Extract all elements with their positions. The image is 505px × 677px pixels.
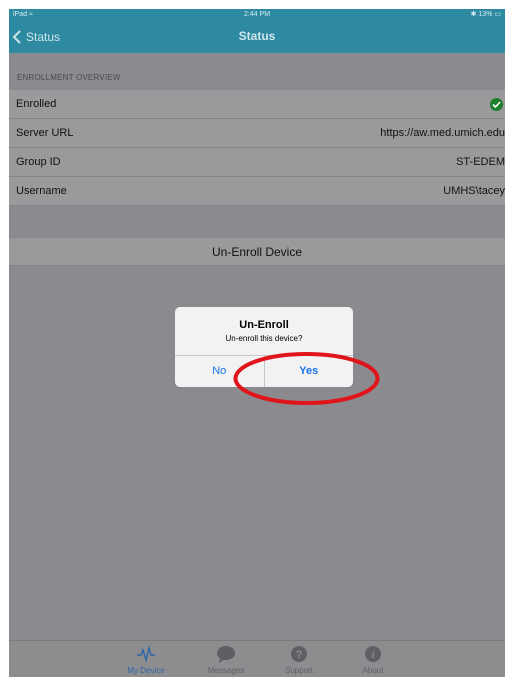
ipad-screen: iPad ≈ 2:44 PM ✱ 13% ▭ Status Status ENR… — [9, 9, 505, 677]
row-username: Username UMHS\tacey — [9, 177, 505, 206]
clock: 2:44 PM — [243, 11, 271, 18]
tab-about[interactable]: i About — [346, 644, 400, 675]
tab-label: Support — [284, 666, 314, 675]
row-value: UMHS\tacey — [443, 185, 505, 197]
row-label: Enrolled — [16, 98, 57, 110]
page-title: Status — [238, 29, 276, 43]
svg-text:?: ? — [296, 649, 303, 661]
tab-label: My Device — [127, 666, 165, 675]
tab-my-device[interactable]: My Device — [119, 644, 173, 675]
row-label: Server URL — [16, 127, 74, 139]
checkmark-icon — [490, 98, 503, 111]
row-label: Username — [16, 185, 67, 197]
status-bar: iPad ≈ 2:44 PM ✱ 13% ▭ — [9, 9, 505, 20]
navigation-bar: Status Status — [9, 20, 505, 53]
alert-title: Un-Enroll — [239, 319, 289, 331]
unenroll-device-button[interactable]: Un-Enroll Device — [9, 237, 505, 266]
tab-label: Messages — [207, 666, 245, 675]
tab-support[interactable]: ? Support — [272, 644, 326, 675]
annotation-ellipse — [233, 352, 380, 405]
section-header: ENROLLMENT OVERVIEW — [17, 73, 121, 82]
pulse-icon — [137, 645, 155, 663]
battery-icon: ▭ — [494, 11, 501, 18]
tab-messages[interactable]: Messages — [199, 644, 253, 675]
row-server-url: Server URL https://aw.med.umich.edu — [9, 119, 505, 148]
row-value: ST-EDEM — [456, 156, 505, 168]
question-icon: ? — [291, 646, 307, 662]
row-group-id: Group ID ST-EDEM — [9, 148, 505, 177]
row-label: Group ID — [16, 156, 61, 168]
info-icon: i — [365, 646, 381, 662]
row-enrolled: Enrolled — [9, 90, 505, 119]
row-value: https://aw.med.umich.edu — [380, 127, 505, 139]
alert-message: Un-enroll this device? — [225, 334, 303, 343]
chat-bubble-icon — [217, 646, 235, 663]
battery-indicator: ✱ 13% ▭ — [470, 11, 501, 18]
tab-label: About — [362, 666, 384, 675]
tab-bar: My Device Messages ? Support i About — [9, 640, 505, 677]
bluetooth-icon: ✱ — [470, 11, 477, 18]
